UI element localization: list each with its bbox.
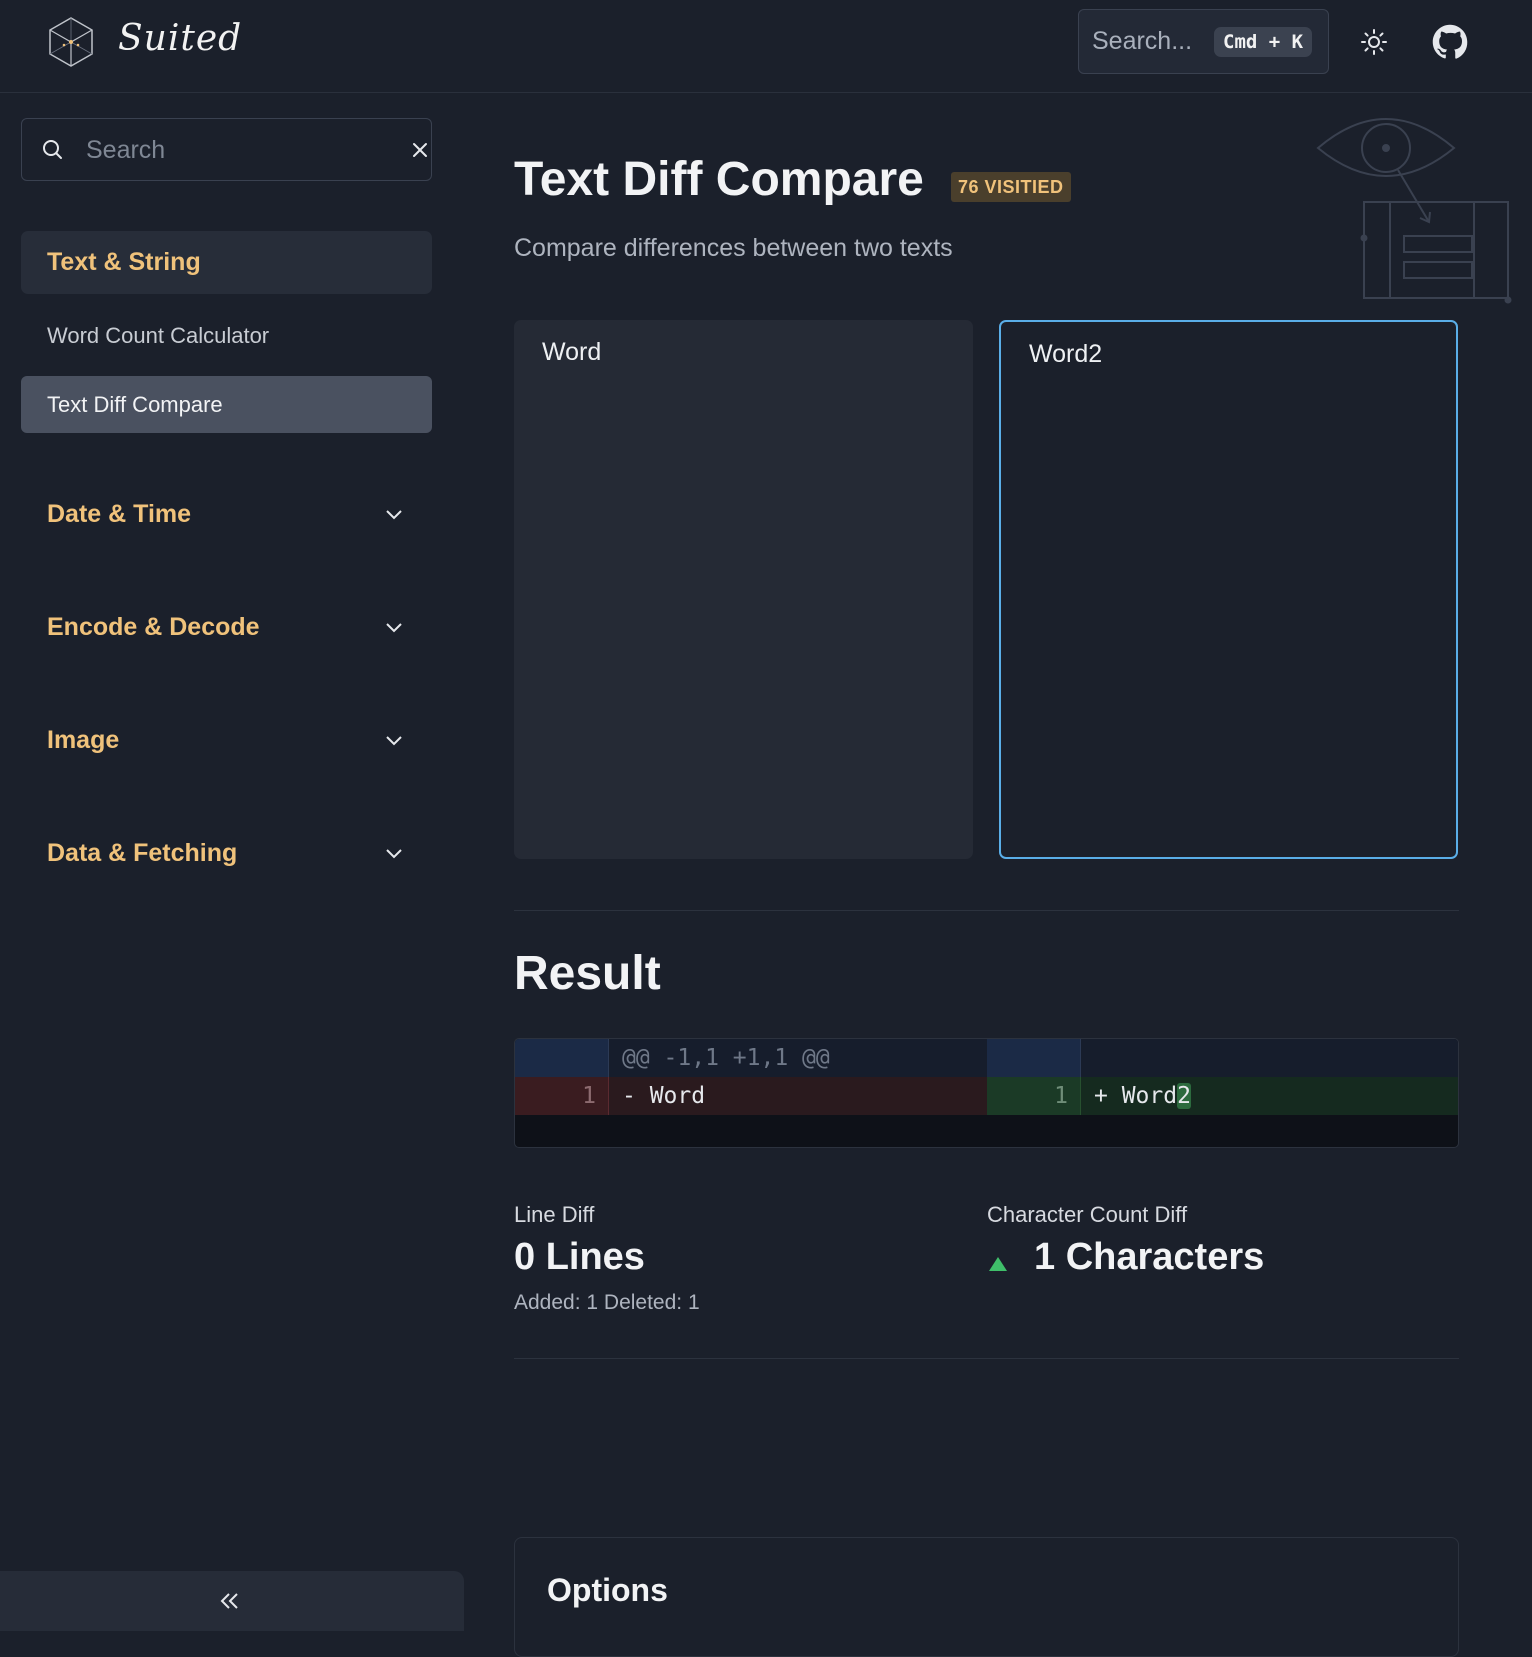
sidebar-search-placeholder: Search xyxy=(86,136,166,164)
logo-cube-icon[interactable] xyxy=(46,16,96,68)
close-icon[interactable] xyxy=(408,138,432,162)
sidebar-search-input[interactable]: Search xyxy=(21,118,432,181)
eye-document-illustration xyxy=(1316,118,1512,304)
sidebar-group-image[interactable]: Image xyxy=(47,726,119,755)
line-diff-help: Added: 1 Deleted: 1 xyxy=(514,1291,700,1314)
diff-gutter xyxy=(987,1039,1081,1077)
divider xyxy=(514,910,1459,911)
result-heading: Result xyxy=(514,947,661,1000)
deleted-line: - Word xyxy=(609,1077,987,1115)
chevron-down-icon[interactable] xyxy=(382,728,406,752)
increase-arrow-icon xyxy=(989,1257,1007,1271)
modified-text-input[interactable]: Word2 xyxy=(999,320,1458,859)
original-text-input[interactable]: Word xyxy=(514,320,973,859)
added-line-text: + Word xyxy=(1094,1083,1178,1109)
sidebar: Search Text & String Word Count Calculat… xyxy=(0,94,464,1631)
char-diff-value: 1 Characters xyxy=(1034,1236,1265,1278)
diff-line-row: 1 - Word 1 + Word2 xyxy=(515,1077,1458,1115)
diff-gutter xyxy=(515,1039,609,1077)
sidebar-collapse-button[interactable] xyxy=(0,1571,464,1631)
char-diff-label: Character Count Diff xyxy=(987,1202,1188,1227)
page-subtitle: Compare differences between two texts xyxy=(514,234,953,262)
diff-hunk-empty xyxy=(1081,1039,1458,1077)
sidebar-item-label: Text Diff Compare xyxy=(47,392,223,417)
chevron-down-icon[interactable] xyxy=(382,502,406,526)
added-line-number: 1 xyxy=(987,1077,1081,1115)
top-bar: Suited Search... Cmd + K xyxy=(0,0,1532,93)
search-icon xyxy=(43,140,62,159)
sidebar-item-word-count-calculator[interactable]: Word Count Calculator xyxy=(47,323,269,349)
line-diff-value: 0 Lines xyxy=(514,1236,645,1278)
keyboard-shortcut: Cmd + K xyxy=(1214,27,1313,57)
divider xyxy=(514,1358,1459,1359)
logo-text[interactable]: Suited xyxy=(118,18,242,59)
deleted-line-number: 1 xyxy=(515,1077,609,1115)
sun-icon[interactable] xyxy=(1356,24,1392,60)
visited-badge: 76 VISITIED xyxy=(951,172,1071,202)
sidebar-group-data-fetching[interactable]: Data & Fetching xyxy=(47,839,237,868)
added-line: + Word2 xyxy=(1081,1077,1458,1115)
page-title: Text Diff Compare xyxy=(514,153,924,206)
diff-hunk-row: @@ -1,1 +1,1 @@ xyxy=(515,1039,1458,1077)
options-panel: Options xyxy=(514,1537,1459,1657)
options-heading: Options xyxy=(547,1572,668,1608)
chevron-down-icon[interactable] xyxy=(382,615,406,639)
added-char-highlight: 2 xyxy=(1177,1083,1191,1109)
chevron-down-icon[interactable] xyxy=(382,841,406,865)
double-chevron-left-icon xyxy=(220,1593,238,1609)
line-diff-label: Line Diff xyxy=(514,1202,595,1227)
global-search-placeholder: Search... xyxy=(1092,27,1193,55)
diff-hunk-header: @@ -1,1 +1,1 @@ xyxy=(609,1039,987,1077)
global-search-button[interactable]: Search... Cmd + K xyxy=(1078,9,1329,74)
sidebar-group-encode-decode[interactable]: Encode & Decode xyxy=(47,613,260,642)
sidebar-group-label: Text & String xyxy=(47,248,201,276)
github-icon[interactable] xyxy=(1432,24,1468,60)
sidebar-group-date-time[interactable]: Date & Time xyxy=(47,500,191,529)
diff-viewer: @@ -1,1 +1,1 @@ 1 - Word 1 + Word2 xyxy=(514,1038,1459,1148)
